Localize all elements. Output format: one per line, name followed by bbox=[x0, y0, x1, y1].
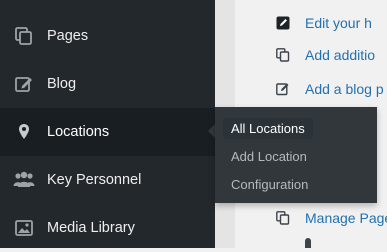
sidebar-item-label: Pages bbox=[47, 28, 89, 44]
sidebar-item-pages[interactable]: Pages bbox=[0, 12, 215, 60]
submenu-item-all-locations[interactable]: All Locations bbox=[223, 118, 313, 139]
edit-pencil-icon bbox=[275, 81, 291, 97]
sidebar-item-key-personnel[interactable]: Key Personnel bbox=[0, 156, 215, 204]
sidebar-item-media-library[interactable]: Media Library bbox=[0, 204, 215, 252]
sidebar-item-label: Blog bbox=[47, 76, 77, 92]
image-icon bbox=[13, 217, 35, 239]
copy-icon bbox=[275, 47, 291, 63]
sidebar-item-locations[interactable]: Locations bbox=[0, 108, 215, 156]
partial-icon bbox=[305, 238, 311, 248]
locations-submenu: All Locations Add Location Configuration bbox=[215, 107, 377, 203]
location-pin-icon bbox=[13, 121, 35, 143]
content-link-text: Edit your h bbox=[305, 15, 372, 31]
edit-square-icon bbox=[275, 15, 291, 31]
sidebar-item-label: Locations bbox=[47, 124, 110, 140]
blog-edit-icon bbox=[13, 73, 35, 95]
sidebar-item-label: Key Personnel bbox=[47, 172, 142, 188]
copy-icon bbox=[275, 210, 291, 226]
people-group-icon bbox=[13, 169, 35, 191]
pages-icon bbox=[13, 25, 35, 47]
submenu-item-add-location[interactable]: Add Location bbox=[223, 146, 315, 167]
sidebar-item-label: Media Library bbox=[47, 220, 135, 236]
admin-sidebar: Pages Blog Locations Key Personnel Media… bbox=[0, 0, 215, 248]
content-link-text: Add a blog p bbox=[305, 81, 384, 97]
content-link-text: Manage Page bbox=[305, 210, 387, 226]
sidebar-item-blog[interactable]: Blog bbox=[0, 60, 215, 108]
content-link-text: Add additio bbox=[305, 47, 376, 63]
submenu-item-configuration[interactable]: Configuration bbox=[223, 174, 316, 195]
